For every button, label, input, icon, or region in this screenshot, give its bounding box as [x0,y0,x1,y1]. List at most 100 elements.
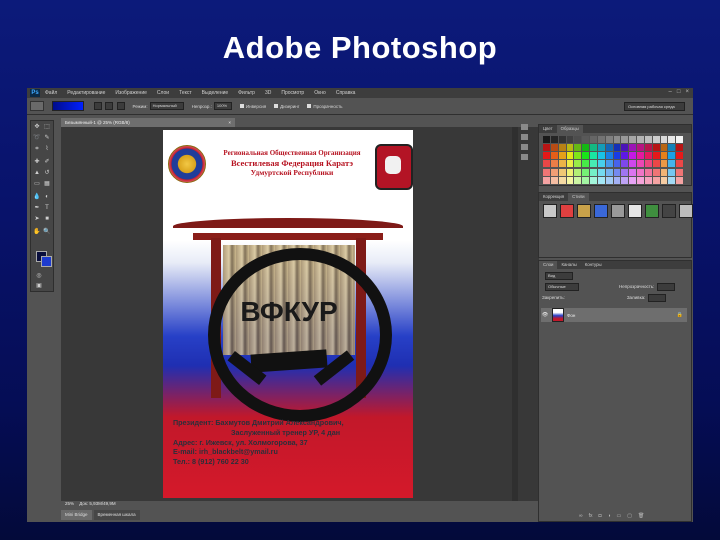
swatch-cell[interactable] [590,168,597,176]
styles-grid[interactable] [543,204,693,218]
swatch-cell[interactable] [543,176,550,184]
swatch-cell[interactable] [582,152,589,160]
swatch-cell[interactable] [558,176,566,184]
pen-tool-icon[interactable]: ✒ [33,205,41,212]
swatch-cell[interactable] [558,152,566,160]
add-mask-icon[interactable]: ◘ [598,513,601,519]
swatch-cell[interactable] [652,144,660,152]
swatch-cell[interactable] [574,136,582,143]
swatch-cell[interactable] [652,168,660,176]
swatch-cell[interactable] [605,176,613,184]
swatch-cell[interactable] [582,144,589,152]
eyedropper-tool-icon[interactable]: ⌇ [43,146,51,153]
swatch-cell[interactable] [566,176,574,184]
menu-view[interactable]: Просмотр [281,90,304,96]
radial-gradient-icon[interactable] [105,102,114,110]
swatch-cell[interactable] [582,168,589,176]
properties-panel-icon[interactable] [521,134,528,140]
link-layers-icon[interactable]: ∞ [579,513,583,519]
style-preset[interactable] [662,204,676,218]
angle-gradient-icon[interactable] [116,102,125,110]
style-preset[interactable] [543,204,557,218]
swatch-cell[interactable] [629,176,636,184]
menu-3d[interactable]: 3D [265,90,271,96]
swatch-cell[interactable] [574,176,582,184]
character-panel-icon[interactable] [521,144,528,150]
menu-layers[interactable]: Слои [157,90,169,96]
menu-image[interactable]: Изображение [115,90,147,96]
lasso-tool-icon[interactable]: ➰ [33,135,41,142]
layer-style-icon[interactable]: fx [589,513,593,519]
swatch-cell[interactable] [550,152,558,160]
menu-window[interactable]: Окно [314,90,326,96]
swatch-cell[interactable] [605,144,613,152]
tab-timeline[interactable]: Временная шкала [93,510,140,520]
swatch-cell[interactable] [644,152,652,160]
tab-adjustments[interactable]: Коррекция [539,193,568,201]
swatch-cell[interactable] [621,160,629,168]
tab-mini-bridge[interactable]: Mini Bridge [61,510,92,520]
move-tool-icon[interactable]: ✥ [33,124,41,131]
tab-close-icon[interactable]: × [228,118,231,127]
adjustment-layer-icon[interactable]: ◑ [608,513,611,519]
swatch-cell[interactable] [550,160,558,168]
swatch-cell[interactable] [629,168,636,176]
reverse-checkbox[interactable]: Инверсия [239,104,266,109]
swatch-cell[interactable] [637,160,644,168]
hand-tool-icon[interactable]: ✋ [33,229,41,236]
swatch-cell[interactable] [637,176,644,184]
swatch-cell[interactable] [668,144,676,152]
opacity-input[interactable]: 100% [213,102,232,110]
swatch-cell[interactable] [652,136,660,143]
layer-opacity-input[interactable] [657,282,676,291]
swatch-cell[interactable] [637,144,644,152]
history-panel-icon[interactable] [521,124,528,130]
swatch-cell[interactable] [644,144,652,152]
swatch-cell[interactable] [668,176,676,184]
tab-swatches[interactable]: Образцы [556,125,583,133]
swatch-cell[interactable] [597,152,605,160]
swatch-cell[interactable] [629,160,636,168]
swatch-cell[interactable] [629,152,636,160]
layer-kind-select[interactable]: Вид [545,271,573,280]
swatch-cell[interactable] [597,176,605,184]
path-select-tool-icon[interactable]: ➤ [33,216,41,223]
swatch-cell[interactable] [550,176,558,184]
eraser-tool-icon[interactable]: ▭ [33,181,41,188]
swatch-cell[interactable] [621,136,629,143]
swatch-cell[interactable] [660,168,668,176]
swatch-cell[interactable] [574,144,582,152]
swatch-cell[interactable] [637,136,644,143]
tool-preset-picker[interactable] [30,101,44,111]
swatch-cell[interactable] [676,176,683,184]
tab-layers[interactable]: Слои [539,261,558,269]
swatch-cell[interactable] [644,168,652,176]
fill-input[interactable] [648,293,667,302]
swatch-cell[interactable] [660,160,668,168]
swatch-cell[interactable] [574,160,582,168]
swatch-cell[interactable] [652,152,660,160]
swatch-cell[interactable] [605,136,613,143]
swatch-cell[interactable] [613,160,621,168]
swatch-cell[interactable] [660,176,668,184]
menu-edit[interactable]: Редактирование [67,90,105,96]
swatch-cell[interactable] [605,168,613,176]
swatch-cell[interactable] [558,136,566,143]
swatch-cell[interactable] [676,152,683,160]
style-preset[interactable] [594,204,608,218]
swatch-cell[interactable] [543,160,550,168]
swatch-cell[interactable] [660,144,668,152]
tab-channels[interactable]: Каналы [557,261,580,269]
blur-tool-icon[interactable]: 💧 [33,194,41,201]
style-preset[interactable] [645,204,659,218]
swatch-cell[interactable] [590,160,597,168]
gradient-tool-icon[interactable]: ▦ [43,181,51,188]
swatch-cell[interactable] [582,136,589,143]
eye-icon[interactable]: 👁 [541,312,549,318]
menu-file[interactable]: Файл [45,90,57,96]
swatch-cell[interactable] [676,144,683,152]
swatch-cell[interactable] [676,136,683,143]
swatch-cell[interactable] [652,160,660,168]
tab-paths[interactable]: Контуры [581,261,606,269]
swatch-cell[interactable] [644,136,652,143]
